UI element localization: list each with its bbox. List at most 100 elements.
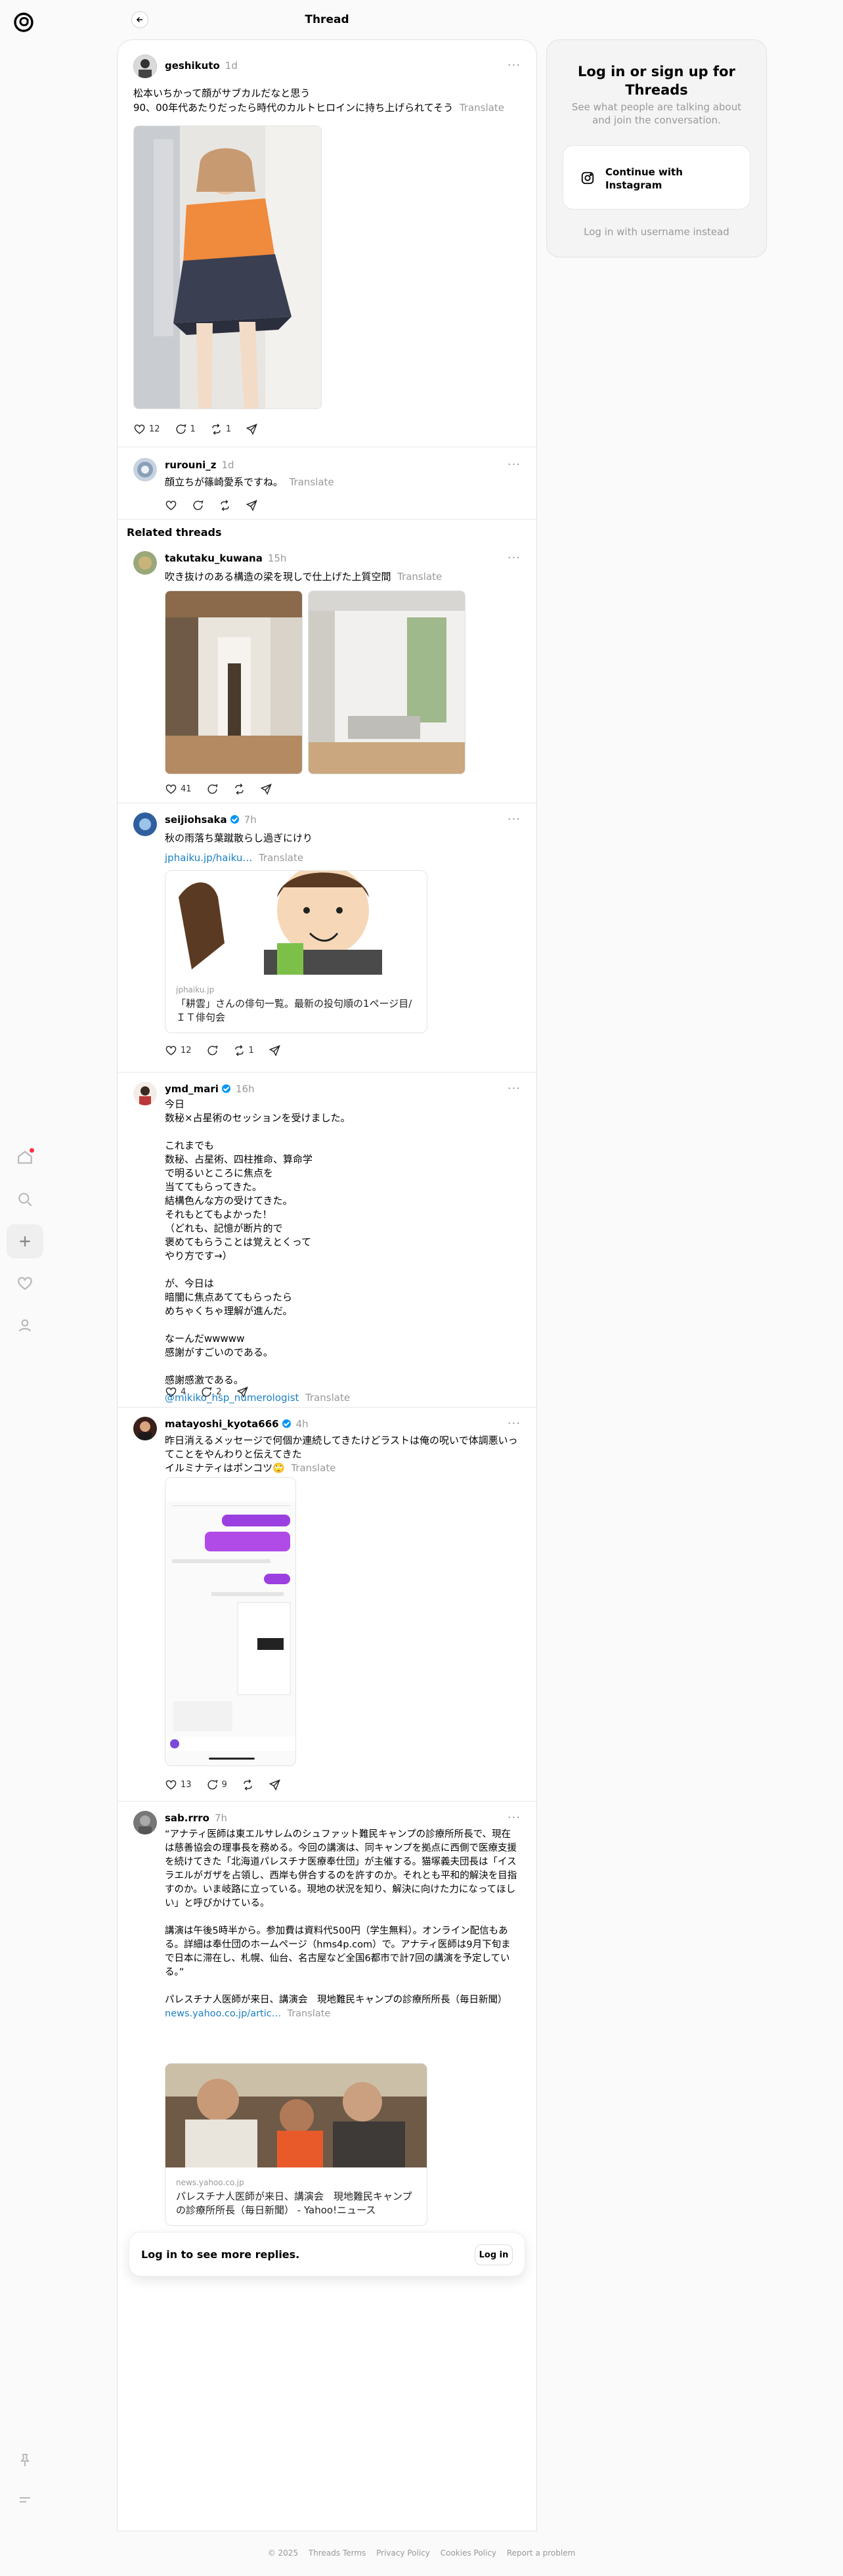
share-button[interactable] xyxy=(269,1044,281,1057)
share-button[interactable] xyxy=(246,499,258,512)
username[interactable]: geshikuto 1d xyxy=(165,60,238,72)
login-signup-card: Log in or sign up for Threads See what p… xyxy=(546,39,767,257)
link-preview-image xyxy=(165,2064,427,2167)
link-preview-image xyxy=(165,871,427,975)
more-options-icon[interactable]: ··· xyxy=(508,58,521,72)
continue-with-instagram-button[interactable]: Continue with Instagram xyxy=(563,145,750,210)
more-options-icon[interactable]: ··· xyxy=(508,551,521,565)
post-image[interactable] xyxy=(165,590,303,774)
username[interactable]: ymd_mari 16h xyxy=(165,1083,255,1095)
thread-post: geshikuto 1d ··· 松本いちかって顔がサブカルだなと思う 90、00… xyxy=(118,40,536,447)
avatar[interactable] xyxy=(133,55,157,78)
post-screenshot-image[interactable] xyxy=(165,1477,296,1766)
reply-button[interactable]: 9 xyxy=(206,1779,227,1791)
login-button[interactable]: Log in xyxy=(475,2244,513,2265)
more-options-icon[interactable]: ··· xyxy=(508,1417,521,1431)
repost-button[interactable] xyxy=(242,1779,254,1791)
post-text: 吹き抜けのある構造の梁を現しで仕上げた上質空間 Translate xyxy=(165,571,443,583)
username[interactable]: matayoshi_kyota666 4h xyxy=(165,1418,309,1430)
home-icon[interactable] xyxy=(7,1140,43,1174)
like-button[interactable]: 12 xyxy=(165,1044,192,1057)
repost-button[interactable]: 1 xyxy=(210,423,231,435)
related-threads-heading: Related threads xyxy=(127,526,222,539)
like-button[interactable]: 12 xyxy=(133,423,160,435)
reply-button[interactable]: 1 xyxy=(175,423,196,435)
repost-button[interactable] xyxy=(233,783,246,795)
post-actions: 4 2 xyxy=(165,1384,249,1400)
login-prompt-text: Log in to see more replies. xyxy=(141,2248,300,2261)
translate-link[interactable]: Translate xyxy=(290,476,334,488)
instagram-button-label: Continue with Instagram xyxy=(605,166,683,191)
post-text: “アナティ医師は東エルサレムのシュファット難民キャンプの診療所所長で、現在は慈善… xyxy=(165,1829,517,2019)
like-button[interactable]: 4 xyxy=(165,1386,186,1398)
username-login-link[interactable]: Log in with username instead xyxy=(547,226,766,238)
translate-link[interactable]: Translate xyxy=(460,102,504,114)
post-actions xyxy=(165,497,258,513)
reply-button[interactable] xyxy=(206,1044,219,1057)
username[interactable]: seijiohsaka 7h xyxy=(165,814,257,826)
pin-icon[interactable] xyxy=(7,2443,43,2477)
post-link[interactable]: news.yahoo.co.jp/artic… xyxy=(165,2009,281,2019)
translate-link[interactable]: Translate xyxy=(259,852,303,864)
activity-heart-icon[interactable] xyxy=(7,1266,43,1300)
post-image[interactable] xyxy=(133,125,322,409)
repost-button[interactable] xyxy=(219,499,231,512)
repost-button[interactable]: 1 xyxy=(233,1044,254,1057)
username[interactable]: sab.rrro 7h xyxy=(165,1812,227,1824)
avatar[interactable] xyxy=(133,458,157,481)
avatar[interactable] xyxy=(133,1811,157,1834)
footer-terms-link[interactable]: Threads Terms xyxy=(309,2548,366,2558)
more-options-icon[interactable]: ··· xyxy=(508,1082,521,1096)
more-options-icon[interactable]: ··· xyxy=(508,1811,521,1825)
footer-privacy-link[interactable]: Privacy Policy xyxy=(376,2548,430,2558)
reply-button[interactable] xyxy=(206,783,219,795)
avatar[interactable] xyxy=(133,812,157,836)
post-link[interactable]: jphaiku.jp/haiku… xyxy=(165,852,252,864)
like-button[interactable] xyxy=(165,499,177,512)
related-post: sab.rrro 7h ··· “アナティ医師は東エルサレムのシュファット難民キャ… xyxy=(118,1802,536,2261)
link-preview-card[interactable]: jphaiku.jp 「耕雲」さんの俳句一覧。最新の投句順の1ページ目/ＩＴ俳句… xyxy=(165,870,427,1033)
translate-link[interactable]: Translate xyxy=(291,1462,335,1474)
login-prompt-bar: Log in to see more replies. Log in xyxy=(129,2232,525,2276)
username[interactable]: rurouni_z 1d xyxy=(165,459,234,471)
threads-logo-icon[interactable] xyxy=(11,9,37,35)
link-preview-card[interactable]: news.yahoo.co.jp パレスチナ人医師が来日、講演会 現地難民キャン… xyxy=(165,2063,427,2226)
share-button[interactable] xyxy=(269,1779,281,1791)
avatar[interactable] xyxy=(133,1417,157,1440)
search-icon[interactable] xyxy=(7,1182,43,1216)
thread-reply: rurouni_z 1d ··· 顔立ちが篠崎愛系ですね。 Translate xyxy=(118,447,536,520)
verified-badge-icon xyxy=(282,1419,291,1428)
like-button[interactable]: 13 xyxy=(165,1779,192,1791)
reply-button[interactable] xyxy=(192,499,204,512)
username[interactable]: takutaku_kuwana 15h xyxy=(165,552,286,564)
like-button[interactable]: 41 xyxy=(165,783,192,795)
share-button[interactable] xyxy=(246,423,258,435)
thread-panel: geshikuto 1d ··· 松本いちかって顔がサブカルだなと思う 90、00… xyxy=(117,39,537,2531)
footer-report-link[interactable]: Report a problem xyxy=(507,2548,575,2558)
more-options-icon[interactable]: ··· xyxy=(508,458,521,472)
share-button[interactable] xyxy=(236,1386,249,1398)
profile-icon[interactable] xyxy=(7,1308,43,1343)
translate-link[interactable]: Translate xyxy=(287,2009,330,2019)
post-actions: 13 9 xyxy=(165,1777,281,1792)
footer-cookies-link[interactable]: Cookies Policy xyxy=(441,2548,496,2558)
create-icon[interactable] xyxy=(7,1224,43,1258)
avatar[interactable] xyxy=(133,1082,157,1105)
translate-link[interactable]: Translate xyxy=(305,1392,350,1404)
share-button[interactable] xyxy=(260,783,272,795)
related-post: ymd_mari 16h ··· 今日 数秘×占星術のセッションを受けました。 こ… xyxy=(118,1073,536,1408)
signup-subtitle: See what people are talking about and jo… xyxy=(571,101,742,126)
thread-header: Thread xyxy=(117,0,537,39)
post-image[interactable] xyxy=(308,590,465,774)
avatar[interactable] xyxy=(133,551,157,575)
more-options-icon[interactable]: ··· xyxy=(508,812,521,826)
reply-button[interactable]: 2 xyxy=(200,1386,222,1398)
footer: © 2025 Threads Terms Privacy Policy Cook… xyxy=(0,2548,843,2558)
translate-link[interactable]: Translate xyxy=(397,571,442,583)
post-text: 今日 数秘×占星術のセッションを受けました。 これまでも 数秘、占星術、四柱推命… xyxy=(165,1098,351,1404)
footer-copyright: © 2025 xyxy=(267,2548,299,2558)
post-actions: 12 1 1 xyxy=(133,421,258,437)
menu-icon[interactable] xyxy=(7,2483,43,2517)
back-arrow-icon[interactable] xyxy=(131,11,148,28)
left-rail xyxy=(0,0,50,2576)
